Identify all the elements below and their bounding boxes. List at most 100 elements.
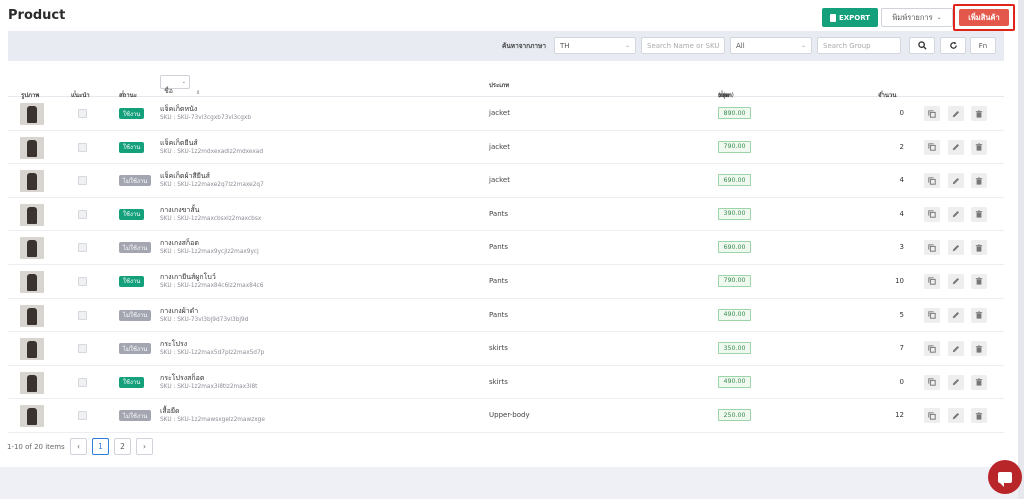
edit-button[interactable] bbox=[948, 240, 964, 256]
delete-button[interactable] bbox=[971, 206, 987, 222]
product-name: กางเกายีนส์ผูกโบว์ bbox=[160, 272, 216, 281]
delete-button[interactable] bbox=[971, 341, 987, 357]
product-thumbnail[interactable] bbox=[20, 338, 44, 361]
copy-button[interactable] bbox=[924, 273, 940, 289]
copy-button[interactable] bbox=[924, 374, 940, 390]
product-thumbnail[interactable] bbox=[20, 203, 44, 226]
product-thumbnail[interactable] bbox=[20, 237, 44, 260]
product-thumbnail[interactable] bbox=[20, 103, 44, 125]
refresh-button[interactable] bbox=[940, 37, 966, 54]
trash-icon bbox=[975, 345, 983, 353]
refresh-icon bbox=[949, 41, 957, 49]
product-sku: SKU : SKU-1z2max5d7plz2max5d7p bbox=[160, 350, 265, 357]
product-name: แจ็คเก็ตหนัง bbox=[160, 105, 198, 113]
chat-button[interactable] bbox=[988, 460, 1022, 494]
name-column-select[interactable]: ชื่อ ⌄ bbox=[160, 75, 190, 95]
edit-button[interactable] bbox=[948, 173, 964, 189]
recommend-checkbox[interactable] bbox=[78, 310, 87, 320]
product-sku: SKU : SKU-1z2maxe2q7lz2maxe2q7 bbox=[160, 182, 264, 189]
copy-icon bbox=[928, 244, 936, 252]
print-list-button[interactable]: พิมพ์รายการ ⌄ bbox=[881, 8, 953, 27]
edit-button[interactable] bbox=[948, 374, 964, 390]
delete-button[interactable] bbox=[971, 408, 987, 424]
filter-bar: ค้นหาจากภาษา TH ⌄ Search Name or SKU All… bbox=[8, 31, 1004, 61]
recommend-checkbox[interactable] bbox=[78, 377, 87, 387]
page-1-button[interactable]: 1 bbox=[92, 438, 109, 455]
product-thumbnail[interactable] bbox=[20, 304, 44, 327]
chat-icon bbox=[998, 471, 1012, 487]
quantity-value: 12 bbox=[895, 411, 904, 420]
product-category: jacket bbox=[489, 176, 510, 185]
copy-button[interactable] bbox=[924, 206, 940, 222]
price-badge: 390.00 bbox=[718, 207, 751, 220]
group-select[interactable]: All ⌄ bbox=[730, 37, 812, 54]
copy-button[interactable] bbox=[924, 106, 940, 121]
copy-button[interactable] bbox=[924, 408, 940, 424]
sort-icon: ⇕ bbox=[121, 90, 126, 96]
pencil-icon bbox=[952, 345, 960, 352]
product-thumbnail[interactable] bbox=[20, 170, 44, 193]
table-row: ไม่ใช้งาน เสื้อยืด SKU : SKU-1z2mawsxgel… bbox=[8, 399, 1004, 433]
search-button[interactable] bbox=[909, 37, 935, 54]
prev-page-button[interactable]: ‹ bbox=[70, 438, 87, 455]
table-row: ไม่ใช้งาน กางเกงสก็อต SKU : SKU-1z2max9y… bbox=[8, 231, 1004, 265]
search-group-input[interactable]: Search Group bbox=[817, 37, 901, 54]
copy-button[interactable] bbox=[924, 139, 940, 155]
table-row: ใช้งาน แจ็คเก็ตยีนส์ SKU : SKU-1z2mdxexa… bbox=[8, 131, 1004, 165]
product-thumbnail[interactable] bbox=[20, 405, 44, 428]
recommend-checkbox[interactable] bbox=[78, 243, 87, 253]
search-name-placeholder: Search Name or SKU bbox=[647, 41, 720, 50]
recommend-checkbox[interactable] bbox=[78, 176, 87, 186]
next-page-button[interactable]: › bbox=[136, 438, 153, 455]
edit-button[interactable] bbox=[948, 139, 964, 155]
delete-button[interactable] bbox=[971, 139, 987, 155]
scrollbar-track[interactable] bbox=[1018, 0, 1024, 499]
recommend-checkbox[interactable] bbox=[78, 109, 87, 118]
copy-button[interactable] bbox=[924, 307, 940, 323]
product-sku: SKU : SKU-1z2mawsxgelz2mawzxge bbox=[160, 417, 265, 424]
add-product-button[interactable]: เพิ่มสินค้า bbox=[959, 9, 1009, 26]
recommend-checkbox[interactable] bbox=[78, 276, 87, 286]
language-select[interactable]: TH ⌄ bbox=[554, 37, 636, 54]
edit-button[interactable] bbox=[948, 206, 964, 222]
product-category: Pants bbox=[489, 209, 509, 218]
recommend-checkbox[interactable] bbox=[78, 209, 87, 219]
table-row: ไม่ใช้งาน แจ็คเก็ตผ้าสียีนส์ SKU : SKU-1… bbox=[8, 164, 1004, 198]
copy-button[interactable] bbox=[924, 240, 940, 256]
delete-button[interactable] bbox=[971, 307, 987, 323]
quantity-value: 4 bbox=[899, 176, 904, 185]
language-value: TH bbox=[560, 41, 570, 50]
edit-button[interactable] bbox=[948, 106, 964, 121]
search-name-input[interactable]: Search Name or SKU bbox=[641, 37, 725, 54]
edit-button[interactable] bbox=[948, 408, 964, 424]
copy-button[interactable] bbox=[924, 341, 940, 357]
export-button[interactable]: EXPORT bbox=[822, 8, 878, 27]
delete-button[interactable] bbox=[971, 273, 987, 289]
product-category: Upper-body bbox=[489, 411, 530, 420]
delete-button[interactable] bbox=[971, 240, 987, 256]
edit-button[interactable] bbox=[948, 273, 964, 289]
recommend-checkbox[interactable] bbox=[78, 142, 87, 152]
quantity-value: 10 bbox=[895, 276, 904, 285]
pencil-icon bbox=[952, 110, 960, 117]
delete-button[interactable] bbox=[971, 173, 987, 189]
product-thumbnail[interactable] bbox=[20, 371, 44, 394]
price-badge: 490.00 bbox=[718, 308, 751, 321]
page-2-button[interactable]: 2 bbox=[114, 438, 131, 455]
quantity-value: 0 bbox=[899, 109, 904, 117]
delete-button[interactable] bbox=[971, 374, 987, 390]
product-thumbnail[interactable] bbox=[20, 270, 44, 293]
recommend-checkbox[interactable] bbox=[78, 344, 87, 354]
product-category: Pants bbox=[489, 310, 509, 319]
pencil-icon bbox=[952, 312, 960, 319]
copy-button[interactable] bbox=[924, 173, 940, 189]
edit-button[interactable] bbox=[948, 307, 964, 323]
recommend-checkbox[interactable] bbox=[78, 411, 87, 421]
edit-button[interactable] bbox=[948, 341, 964, 357]
product-thumbnail[interactable] bbox=[20, 136, 44, 159]
delete-button[interactable] bbox=[971, 106, 987, 121]
table-row: ไม่ใช้งาน กระโปรง SKU : SKU-1z2max5d7plz… bbox=[8, 332, 1004, 366]
sort-icon: ⇕ bbox=[880, 90, 885, 96]
price-badge: 250.00 bbox=[718, 409, 751, 422]
fn-button[interactable]: Fn bbox=[970, 37, 996, 54]
